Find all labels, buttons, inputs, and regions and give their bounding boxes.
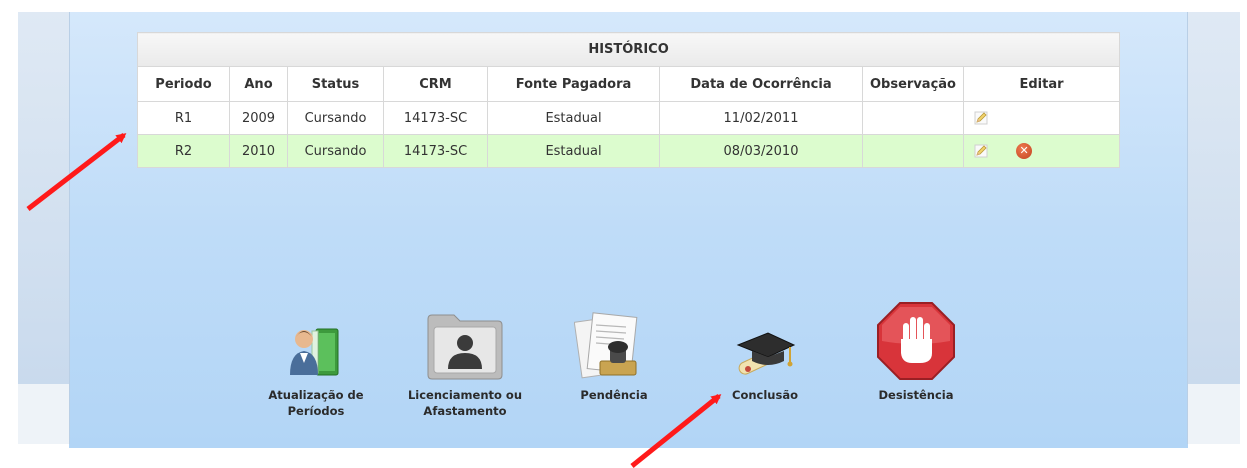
annotation-arrows <box>26 133 722 468</box>
arrow-to-conclusao <box>630 394 722 468</box>
arrow-to-table <box>26 133 127 211</box>
